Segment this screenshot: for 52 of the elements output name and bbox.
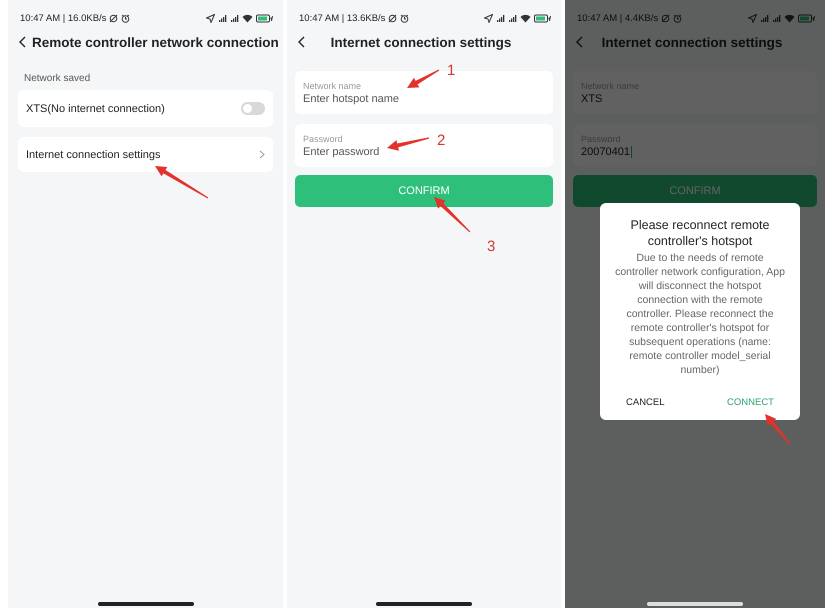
field-label: Password: [303, 134, 343, 144]
screen-title: Remote controller network connection: [32, 34, 279, 50]
pointer-arrow: [434, 197, 470, 232]
wifi-icon: [242, 14, 253, 22]
settings-link[interactable]: Internet connection settings: [18, 137, 273, 172]
dialog-title: Please reconnect remote controller's hotspot: [630, 217, 770, 249]
screen-title: Internet connection settings: [600, 34, 784, 50]
status-time: 10:47 AM | 16.0KB/s: [20, 12, 106, 24]
dialog-message: Due to the needs of remote controller network configuration, App will disconnect the hotspot connection with the remote controller. Please reconnect the remote controller's hotspot for subsequent operations (name: remote controller model_serial number): [614, 251, 786, 377]
field-value: 20070401: [581, 146, 630, 158]
back-icon: [18, 36, 26, 48]
cancel-button[interactable]: CANCEL: [610, 393, 681, 412]
battery-icon: [534, 14, 551, 22]
status-time: 10:47 AM | 4.4KB/s: [577, 12, 658, 24]
confirm-button[interactable]: CONFIRM: [295, 175, 553, 207]
step-number: 2: [437, 132, 446, 149]
settings-label: Internet connection settings: [26, 148, 161, 160]
field-label: Network name: [303, 81, 362, 91]
step-number: 3: [487, 238, 496, 255]
alarm-icon: [400, 14, 410, 22]
pointer-arrow: [387, 137, 430, 151]
signal-icon: [772, 14, 781, 22]
pointer-arrow: [765, 414, 790, 444]
section-label: Network saved: [23, 72, 92, 86]
status-time: 10:47 AM | 13.6KB/s: [299, 12, 386, 24]
toggle-switch[interactable]: [241, 102, 265, 115]
wifi-icon: [520, 14, 531, 22]
signal-icon: [760, 14, 769, 22]
wifi-icon: [784, 14, 795, 22]
confirm-button[interactable]: CONFIRM: [573, 175, 817, 207]
signal-icon: [218, 14, 227, 22]
signal-icon: [508, 14, 517, 22]
back-icon: [297, 36, 305, 48]
location-icon: [484, 14, 493, 22]
alarm-icon: [673, 14, 682, 22]
battery-icon: [256, 14, 273, 22]
location-icon: [206, 14, 215, 22]
field-value: XTS: [581, 93, 602, 105]
chevron-icon: [259, 150, 265, 159]
pointer-arrow: [407, 70, 440, 88]
back-icon: [575, 36, 583, 48]
pointer-arrow: [155, 166, 208, 198]
screen-title: Internet connection settings: [330, 34, 512, 50]
connect-button[interactable]: CONNECT: [711, 393, 790, 412]
field-placeholder: Enter hotspot name: [303, 93, 400, 105]
signal-icon: [230, 14, 239, 22]
battery-icon: [798, 14, 815, 22]
location-icon: [748, 14, 757, 22]
network-name: XTS(No internet connection): [26, 102, 165, 114]
alarm-icon: [121, 14, 130, 22]
signal-icon: [496, 14, 505, 22]
field-placeholder: Enter password: [303, 146, 380, 158]
